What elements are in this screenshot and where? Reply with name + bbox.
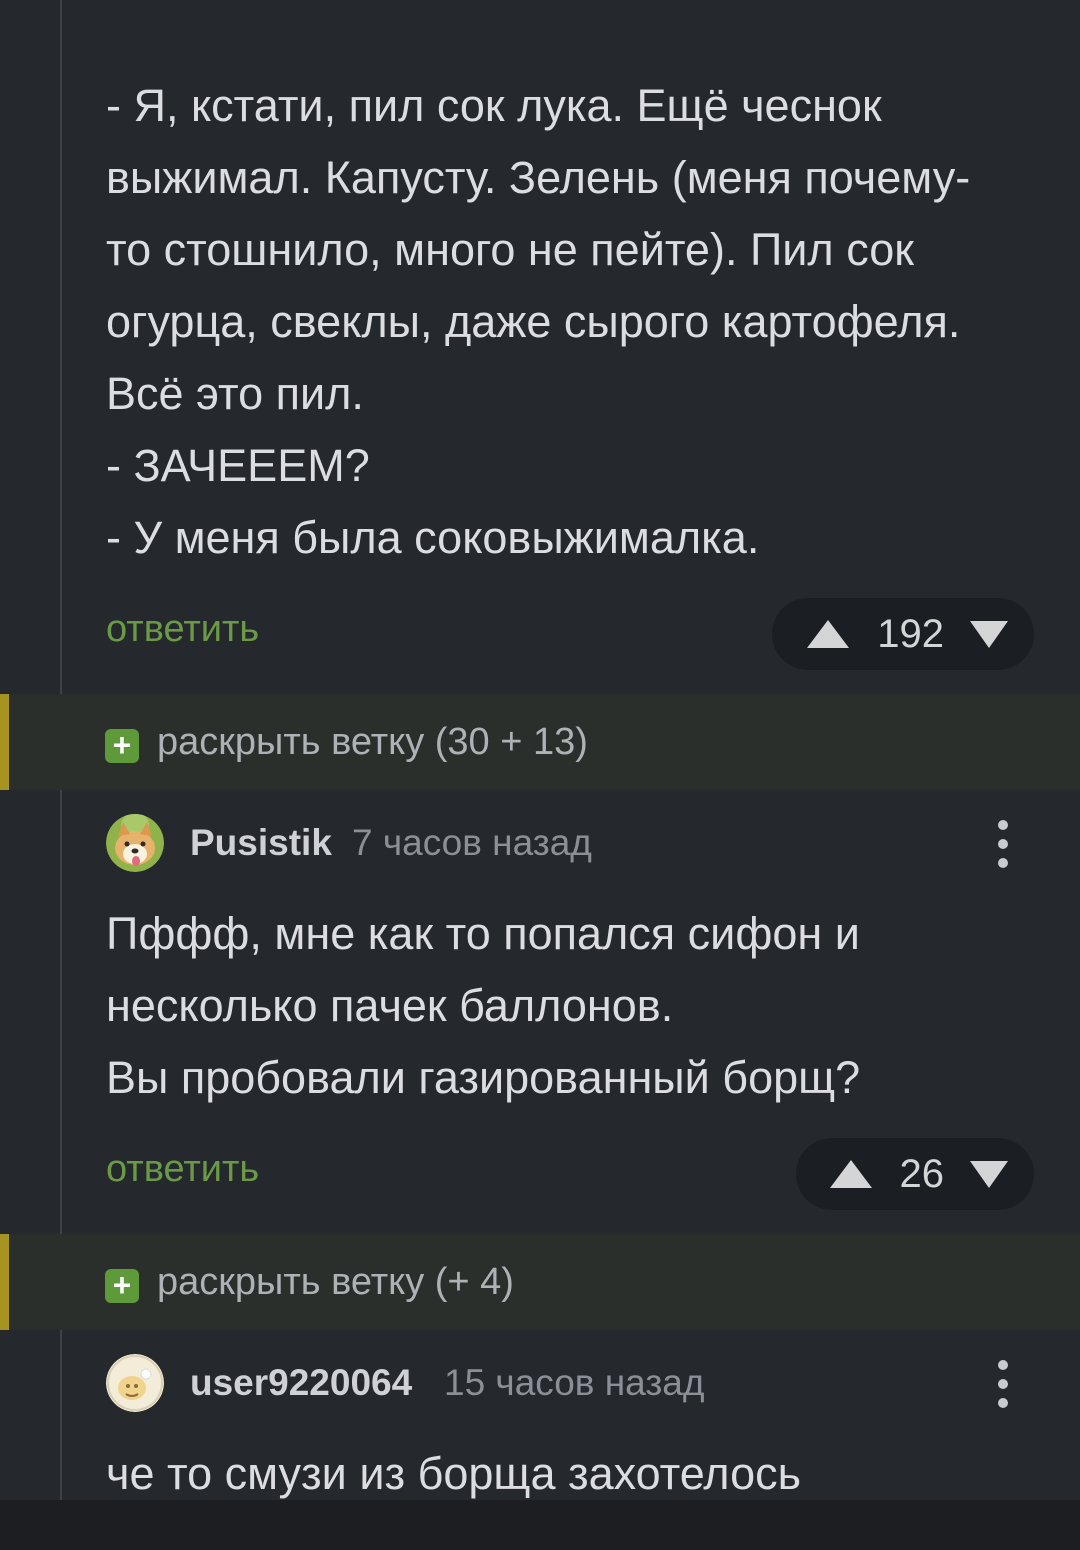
- comment-time: 15 часов назад: [444, 1362, 705, 1403]
- rating-count: 26: [899, 1151, 945, 1196]
- more-options-icon[interactable]: [998, 814, 1008, 874]
- author-name[interactable]: user9220064: [190, 1362, 412, 1404]
- reply-button[interactable]: ответить: [106, 1148, 259, 1191]
- more-options-icon[interactable]: [998, 1354, 1008, 1414]
- thread-line: [60, 790, 62, 1234]
- avatar[interactable]: [106, 1354, 164, 1412]
- rating-count: 192: [877, 611, 944, 656]
- comment-header: Pusistik 7 часов назад: [106, 814, 1046, 874]
- comment-header: user9220064 15 часов назад: [106, 1354, 1046, 1414]
- vote-up-icon[interactable]: [829, 1160, 872, 1188]
- expand-plus-icon: +: [105, 1269, 139, 1303]
- thread-line: [60, 1330, 62, 1500]
- expand-thread-button[interactable]: + раскрыть ветку (30 + 13): [0, 694, 1080, 790]
- thread-accent-bar: [0, 694, 9, 790]
- vote-down-icon[interactable]: [970, 620, 1008, 648]
- rating-widget: 192: [772, 598, 1034, 670]
- expand-thread-label: раскрыть ветку (30 + 13): [157, 721, 588, 763]
- vote-up-icon[interactable]: [807, 620, 850, 648]
- comments-feed: - Я, кстати, пил сок лука. Ещё чеснок вы…: [0, 0, 1080, 1500]
- expand-plus-icon: +: [105, 729, 139, 763]
- comment-body: Пффф, мне как то попался сифон и несколь…: [106, 908, 861, 1103]
- expand-thread-label: раскрыть ветку (+ 4): [157, 1261, 514, 1303]
- vote-down-icon[interactable]: [970, 1160, 1008, 1188]
- thread-line: [60, 0, 62, 694]
- comment-body: че то смузи из борща захотелось: [106, 1448, 802, 1499]
- comment-time: 7 часов назад: [352, 822, 592, 863]
- expand-thread-button[interactable]: + раскрыть ветку (+ 4): [0, 1234, 1080, 1330]
- reply-button[interactable]: ответить: [106, 608, 259, 651]
- rating-widget: 26: [796, 1138, 1034, 1210]
- bottom-bar: [0, 1500, 1080, 1550]
- avatar[interactable]: [106, 814, 164, 872]
- author-name[interactable]: Pusistik: [190, 822, 332, 864]
- thread-accent-bar: [0, 1234, 9, 1330]
- comment-body: - Я, кстати, пил сок лука. Ещё чеснок вы…: [106, 80, 971, 563]
